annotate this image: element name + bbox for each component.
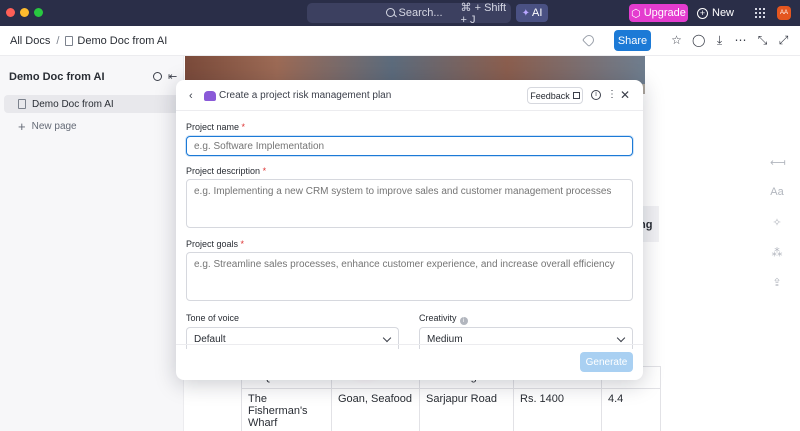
ai-button[interactable]: ✦ AI — [516, 4, 548, 22]
more-vertical-icon[interactable]: ⋮ — [607, 89, 617, 100]
upgrade-icon: ⬡ — [631, 7, 641, 20]
more-options-icon[interactable]: ⋯ — [734, 34, 747, 47]
table-cell: 4.4 — [601, 388, 661, 431]
back-chevron-icon[interactable]: ‹ — [189, 90, 193, 102]
project-name-label: Project name * — [186, 122, 246, 132]
tag-icon[interactable] — [581, 32, 597, 48]
tone-select[interactable]: Default — [186, 327, 399, 349]
generate-button[interactable]: Generate — [580, 352, 633, 372]
upgrade-label: Upgrade — [643, 7, 686, 19]
document-icon — [18, 99, 26, 109]
ai-label: AI — [531, 7, 543, 19]
sidebar-item-demo-doc[interactable]: Demo Doc from AI — [4, 95, 180, 113]
creativity-select[interactable]: Medium — [419, 327, 633, 349]
info-icon[interactable]: i — [591, 90, 601, 100]
project-description-input[interactable] — [186, 179, 633, 228]
feedback-button[interactable]: Feedback — [527, 87, 583, 104]
tone-label: Tone of voice — [186, 313, 240, 323]
feedback-label: Feedback — [530, 90, 570, 101]
title-bar: Search... ⌘ + Shift + J ✦ AI ⬡ Upgrade +… — [0, 0, 800, 26]
breadcrumb-all-docs[interactable]: All Docs — [10, 35, 50, 47]
close-icon[interactable]: ✕ — [620, 88, 630, 102]
collapse-icon[interactable]: ⤡ — [756, 34, 769, 47]
close-window-icon[interactable] — [6, 8, 15, 17]
chevron-down-icon — [382, 333, 392, 343]
table-cell: Sarjapur Road — [419, 388, 514, 431]
template-icon — [204, 91, 216, 101]
table-cell: Rs. 1400 — [513, 388, 602, 431]
doc-tools: ⟻ Aa ✧ ⁂ ⇪ — [770, 156, 786, 306]
chevron-down-icon — [616, 333, 626, 343]
export-icon[interactable]: ⇪ — [770, 276, 784, 306]
new-page-button[interactable]: + New page — [18, 119, 77, 134]
new-button[interactable]: + New — [697, 4, 734, 22]
search-icon[interactable] — [153, 72, 162, 81]
sidebar-title: Demo Doc from AI — [9, 71, 105, 83]
fullscreen-icon[interactable]: ⤢ — [777, 34, 790, 47]
external-link-icon — [572, 92, 580, 99]
project-goals-label: Project goals * — [186, 239, 245, 249]
user-avatar[interactable]: AA — [777, 6, 791, 20]
new-page-label: New page — [31, 121, 77, 132]
minimize-window-icon[interactable] — [20, 8, 29, 17]
table-cell: The Fisherman's Wharf — [241, 388, 332, 431]
search-shortcut: ⌘ + Shift + J — [460, 1, 507, 26]
sparkle-icon[interactable]: ✧ — [770, 216, 784, 246]
breadcrumb-separator: / — [56, 35, 60, 47]
sparkle-icon: ✦ — [521, 7, 530, 19]
table-cell: Goan, Seafood — [331, 388, 420, 431]
divider — [176, 110, 643, 111]
document-icon — [65, 36, 74, 46]
project-goals-input[interactable] — [186, 252, 633, 301]
sidebar-item-label: Demo Doc from AI — [32, 98, 114, 110]
ai-template-modal: ‹ Create a project risk management plan … — [176, 80, 643, 380]
upgrade-button[interactable]: ⬡ Upgrade — [629, 4, 688, 22]
plus-icon: + — [18, 119, 26, 134]
breadcrumb-doc-title[interactable]: Demo Doc from AI — [77, 35, 167, 47]
width-icon[interactable]: ⟻ — [770, 156, 786, 186]
star-icon[interactable]: ☆ — [670, 34, 683, 47]
project-description-label: Project description * — [186, 166, 267, 176]
download-icon[interactable]: ⤓ — [713, 34, 726, 47]
magic-wand-icon[interactable]: ⁂ — [770, 246, 784, 276]
modal-title: Create a project risk management plan — [219, 90, 392, 101]
doc-sidebar: Demo Doc from AI ⇤ Demo Doc from AI + Ne… — [0, 56, 184, 431]
search-icon — [385, 7, 395, 19]
search-label: Search... — [398, 7, 443, 19]
footer-divider — [176, 344, 643, 345]
apps-grid-icon[interactable] — [755, 8, 765, 18]
info-icon[interactable]: i — [459, 317, 468, 325]
project-name-input[interactable] — [186, 136, 633, 156]
doc-header: All Docs / Demo Doc from AI Share ☆ ◯ ⤓ … — [0, 26, 800, 56]
maximize-window-icon[interactable] — [34, 8, 43, 17]
global-search-bar[interactable]: Search... ⌘ + Shift + J — [307, 1, 511, 26]
new-label: New — [712, 7, 735, 19]
share-button[interactable]: Share — [614, 30, 651, 51]
breadcrumb: All Docs / Demo Doc from AI — [10, 35, 167, 47]
font-icon[interactable]: Aa — [770, 186, 784, 216]
collapse-sidebar-icon[interactable]: ⇤ — [168, 70, 177, 83]
creativity-label: Creativity i — [419, 313, 468, 325]
plus-circle-icon: + — [697, 7, 708, 19]
comment-icon[interactable]: ◯ — [692, 34, 705, 47]
table-row: The Fisherman's Wharf Goan, Seafood Sarj… — [241, 388, 661, 431]
